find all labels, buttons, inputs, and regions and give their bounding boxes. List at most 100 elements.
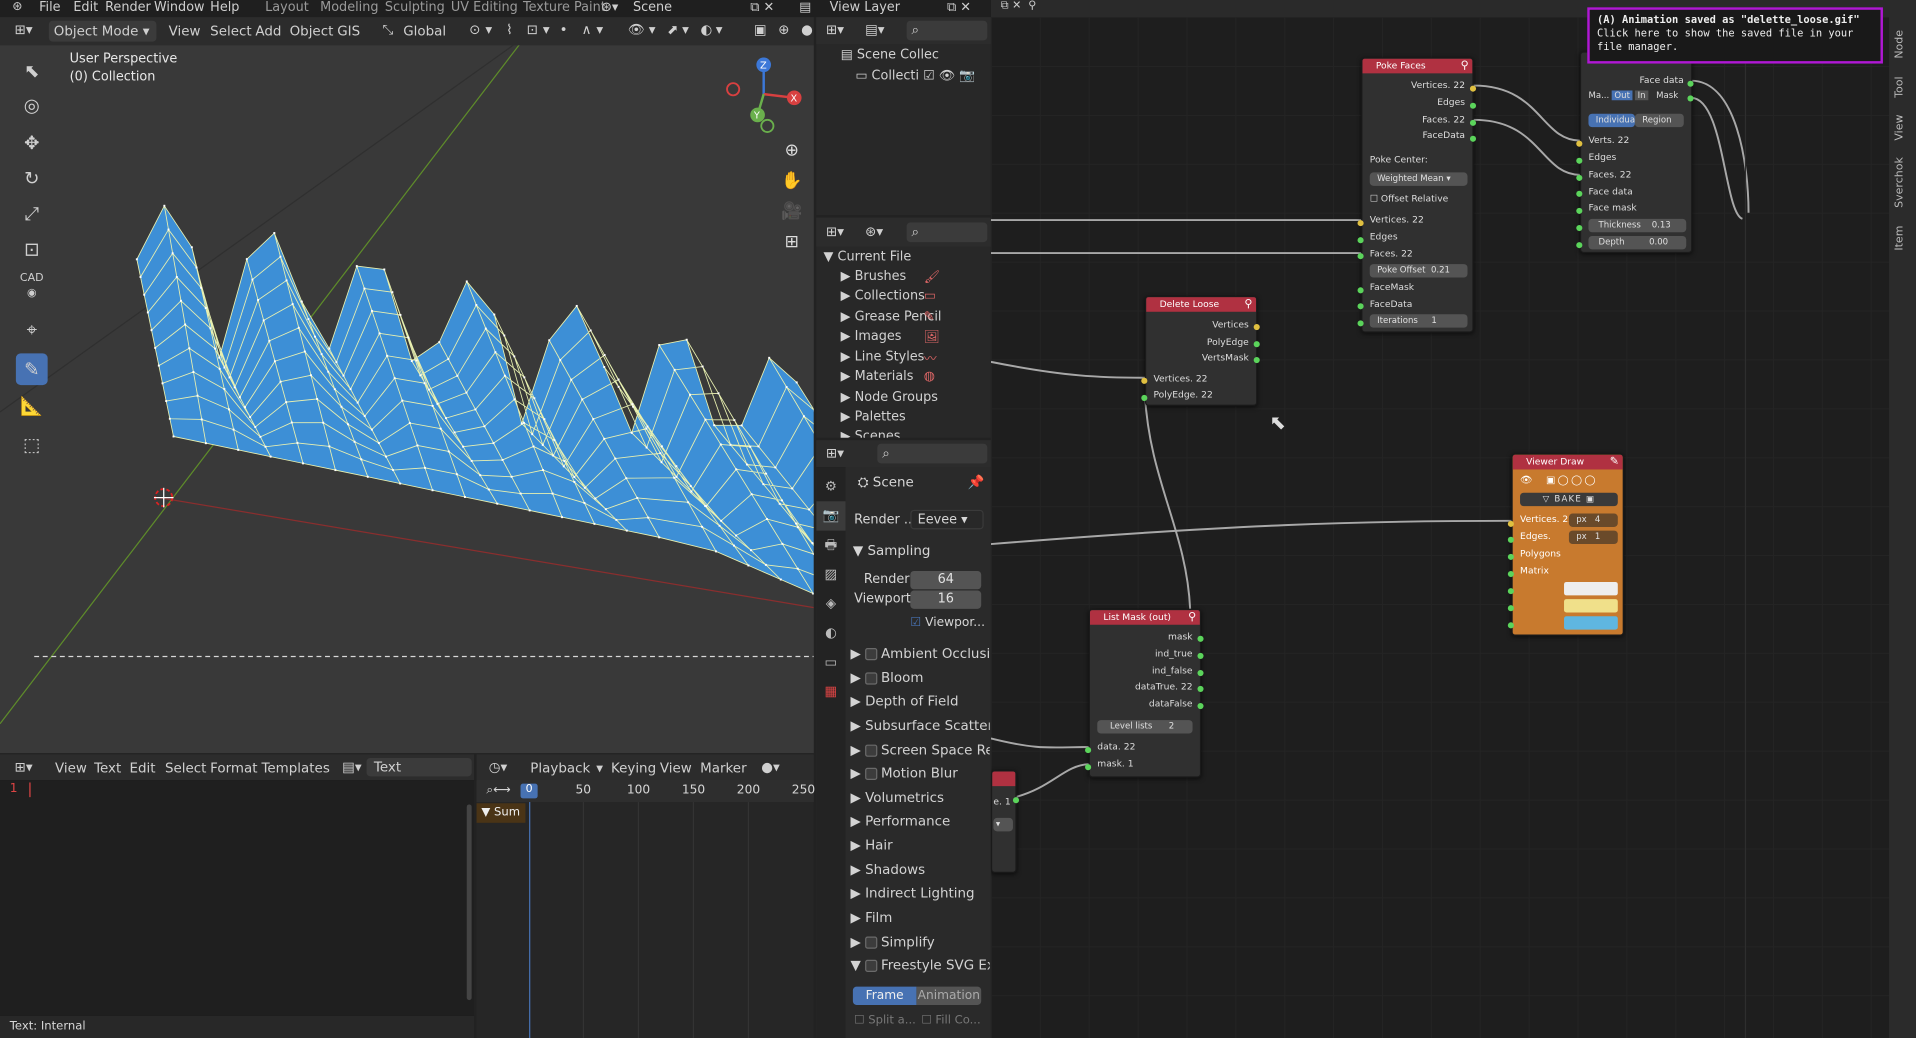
node-socket[interactable] [1507, 605, 1514, 612]
node-header[interactable]: Poke Faces [1362, 58, 1473, 74]
node-socket[interactable] [1507, 553, 1514, 560]
edit-icon[interactable]: ✎ [1610, 456, 1619, 468]
node-socket[interactable] [1197, 669, 1204, 677]
select-cursor-icon[interactable]: ⬉ [16, 55, 48, 87]
tab-node[interactable]: Node [1894, 30, 1906, 59]
tab-sculpting[interactable]: Sculpting [385, 0, 445, 15]
node-socket[interactable] [1085, 764, 1092, 771]
texture-tab-icon[interactable]: ▦ [816, 677, 845, 706]
text-scrollbar[interactable] [466, 804, 472, 1001]
checkbox-icon[interactable] [865, 647, 878, 661]
node-poke-faces[interactable]: Poke Faces ⚲ Vertices. 22 Edges Faces. 2… [1361, 57, 1474, 333]
split-checkbox[interactable]: ☐ Split a... [854, 1014, 916, 1027]
grid-ortho-icon[interactable]: ⊞ [778, 227, 805, 258]
node-socket[interactable] [1576, 140, 1583, 147]
scene-icon[interactable]: ⊛▾ [601, 0, 618, 15]
current-file-row[interactable]: ▼ Current File [824, 249, 912, 264]
shading-mode-icons[interactable]: ▣ ⊕ ● [754, 22, 814, 38]
panel-6[interactable]: ▶ Volumetrics [850, 790, 989, 812]
scene-tab-icon[interactable]: ◈ [816, 589, 845, 618]
partial-dropdown[interactable]: ▾ [993, 817, 1013, 832]
blend-item-0[interactable]: ▶ Brushes [841, 269, 907, 284]
node-pin-icon[interactable]: ⚲ [1244, 298, 1252, 310]
tab-layout[interactable]: Layout [265, 0, 309, 15]
edge-color-swatch[interactable] [1564, 599, 1618, 613]
panel-5[interactable]: ▶ Motion Blur [850, 765, 989, 787]
fill-checkbox[interactable]: ☐ Fill Co... [921, 1014, 980, 1027]
bake-button[interactable]: ▽ BAKE ▣ [1520, 492, 1618, 507]
blend-item-6[interactable]: ▶ Node Groups [841, 390, 938, 405]
node-header[interactable]: Viewer Draw [1512, 454, 1623, 470]
panel-2[interactable]: ▶ Depth of Field [850, 693, 989, 715]
viewport-denoise-checkbox[interactable]: ☑ Viewpor... [910, 616, 985, 629]
3d-viewport[interactable]: User Perspective (0) Collection Z X Y ⊕ … [0, 45, 814, 754]
node-pin-icon[interactable]: ⚲ [1461, 60, 1469, 72]
menu-keying[interactable]: Keying [611, 760, 656, 776]
menu-select[interactable]: Select [210, 23, 251, 39]
editor-type-icon[interactable]: ⊞▾ [15, 22, 33, 38]
menu-window[interactable]: Window [154, 0, 205, 15]
node-socket[interactable] [1141, 377, 1148, 384]
proportional-edit-icon[interactable]: • ∧▾ [560, 22, 608, 38]
text-editor-area[interactable]: 1 Text: Internal [0, 780, 475, 1038]
node-socket[interactable] [1085, 747, 1092, 754]
viewer-toggles[interactable]: 👁 ▣◯◯◯ [1520, 474, 1618, 489]
summary-channel[interactable]: ▼ Sum [476, 803, 526, 823]
scene-collection-row[interactable]: ▤ Scene Collec [841, 48, 939, 63]
checkbox-icon[interactable] [865, 672, 878, 685]
node-editor[interactable]: Poke Faces ⚲ Vertices. 22 Edges Faces. 2… [990, 17, 1890, 1038]
tab-texture-paint[interactable]: Texture Paint [523, 0, 606, 15]
panel-4[interactable]: ▶ Screen Space Refle [850, 742, 989, 764]
face-color-swatch[interactable] [1564, 616, 1618, 630]
node-socket[interactable] [1253, 341, 1260, 348]
node-socket[interactable] [1357, 253, 1364, 260]
node-socket[interactable] [1253, 356, 1260, 364]
measure-icon[interactable]: 📐 [16, 390, 48, 422]
playhead[interactable] [529, 802, 531, 1038]
text-browse-icon[interactable]: ▤▾ [342, 759, 361, 775]
render-tab-icon[interactable]: 📷 [816, 501, 846, 531]
transform-orientation-icon[interactable]: ⤡ [382, 22, 393, 39]
node-viewer-draw[interactable]: Viewer Draw ✎ 👁 ▣◯◯◯ ▽ BAKE ▣ Vertices. … [1511, 453, 1624, 636]
add-cube-icon[interactable]: ⬚ [16, 429, 48, 461]
individual-button[interactable]: Individual [1588, 113, 1637, 128]
node-extrude[interactable]: Face data Ma... Out In Mask Individual R… [1579, 51, 1693, 254]
scene-name[interactable]: Scene [633, 0, 672, 15]
visibility-gizmo-icons[interactable]: 👁▾ ⬈▾ ◐▾ [628, 22, 726, 38]
mode-in[interactable]: In [1635, 90, 1648, 101]
panel-7[interactable]: ▶ Performance [850, 813, 989, 835]
tab-tool[interactable]: Tool [1894, 76, 1906, 97]
blend-item-5[interactable]: ▶ Materials [841, 369, 914, 384]
node-delete-loose[interactable]: Delete Loose ⚲ Vertices PolyEdge VertsMa… [1144, 295, 1258, 406]
editor-type-icon[interactable]: ◷▾ [489, 759, 507, 775]
thickness-field[interactable]: Thickness 0.13 [1588, 218, 1687, 233]
panel-0[interactable]: ▶ Ambient Occlusion [850, 646, 989, 668]
mode-ma[interactable]: Ma... [1588, 90, 1609, 100]
transform-orientation[interactable]: Global [403, 23, 446, 39]
panel-3[interactable]: ▶ Subsurface Scattering [850, 718, 989, 740]
tool-tab-icon[interactable]: ⚙ [816, 472, 845, 501]
tab-view[interactable]: View [1894, 114, 1906, 140]
node-socket[interactable] [1507, 520, 1514, 527]
node-pin-icon[interactable]: ⚲ [1188, 611, 1196, 623]
region-button[interactable]: Region [1634, 113, 1684, 128]
node-header[interactable] [992, 771, 1016, 787]
menu-marker[interactable]: Marker [700, 760, 746, 776]
view-layer-name[interactable]: View Layer [830, 0, 900, 15]
node-socket[interactable] [1507, 588, 1514, 595]
output-tab-icon[interactable]: 🖶 [816, 531, 845, 560]
checkbox-icon[interactable]: ☑ [923, 68, 935, 83]
poke-center-dropdown[interactable]: Weighted Mean ▾ [1369, 172, 1468, 186]
camera-icon[interactable]: 📷 [959, 68, 975, 83]
checkbox-icon[interactable] [865, 744, 878, 757]
edge-width-field[interactable]: px 1 [1568, 530, 1618, 545]
pivot-snap-icons[interactable]: ⊙▾ ⌇ ⊡▾ [469, 22, 554, 38]
node-socket[interactable] [1197, 702, 1204, 710]
tab-sverchok[interactable]: Sverchok [1894, 157, 1906, 208]
node-partial[interactable]: e. 1 ▾ [990, 770, 1017, 873]
vertex-size-field[interactable]: px 4 [1568, 513, 1618, 527]
editor-type-icon[interactable]: ⊞▾ [826, 22, 844, 38]
tab-item[interactable]: Item [1894, 226, 1906, 251]
editor-type-icon[interactable]: ⊞▾ [15, 759, 33, 775]
menu-help[interactable]: Help [210, 0, 239, 15]
